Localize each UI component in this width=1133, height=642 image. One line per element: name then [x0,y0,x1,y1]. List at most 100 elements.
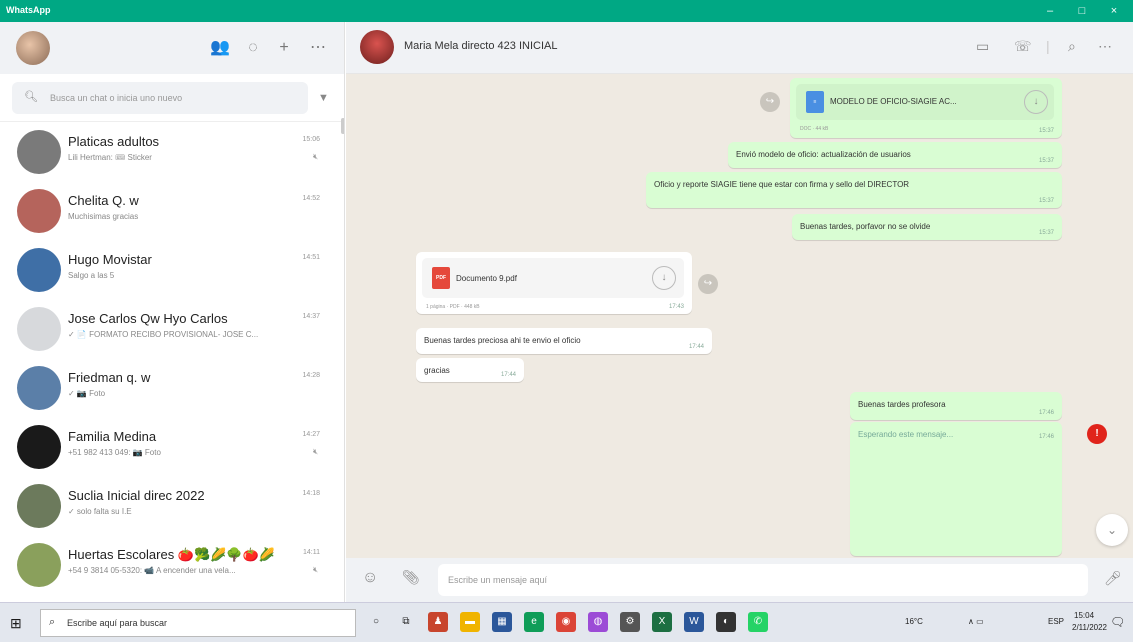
chat-time: 14:52 [302,195,320,202]
microphone-icon[interactable]: 🎤︎ [1104,570,1122,587]
message-text: Buenas tardes, porfavor no se olvide [800,222,931,231]
notification-icon[interactable]: 🗨︎ [1110,615,1125,629]
app-icon[interactable]: ◐ [716,612,736,632]
forward-icon[interactable]: ↪ [698,274,718,294]
taskbar-search-input[interactable] [67,610,347,636]
incoming-message[interactable]: Buenas tardes preciosa ahi te envio el o… [416,328,712,354]
word-icon[interactable]: W [684,612,704,632]
search-box: 🔍︎ [12,82,308,114]
chat-list-item[interactable]: Suclia Inicial direc 2022 ✓ solo falta s… [0,476,340,535]
muted-icon: 🔇︎ [312,565,318,574]
scroll-down-icon[interactable]: ⌄ [1096,514,1128,546]
download-icon[interactable]: ↓ [1024,90,1048,114]
message-input[interactable] [438,564,1088,596]
weather-text[interactable]: 16°C [905,617,923,626]
chat-list-item[interactable]: Hugo Movistar Salgo a las 5 14:51 [0,240,340,299]
cortana-icon[interactable]: ○ [366,612,386,632]
document-card[interactable]: PDF Documento 9.pdf ↓ [422,258,684,298]
outgoing-document-message[interactable]: ≡ MODELO DE OFICIO-SIAGIE AC... ↓ DOC · … [790,78,1062,138]
excel-icon[interactable]: X [652,612,672,632]
header-divider: | [1046,38,1050,54]
close-button[interactable]: × [1101,0,1127,22]
message-time: 15:37 [1038,198,1054,204]
clock-date[interactable]: 2/11/2022 [1072,623,1107,632]
chrome-icon[interactable]: ◉ [556,612,576,632]
attach-icon[interactable]: 📎︎ [402,569,420,586]
search-input[interactable] [50,82,300,114]
document-card[interactable]: ≡ MODELO DE OFICIO-SIAGIE AC... ↓ [796,84,1054,120]
chat-name: Friedman q. w [68,370,151,385]
taskbar-search: ⌕ [40,609,356,637]
app-icon[interactable]: ◍ [588,612,608,632]
search-messages-icon[interactable]: ⌕ [1068,38,1076,55]
chat-list-item[interactable]: Huertas Escolares 🍅🥦🌽🌳🍅🌽 +54 9 3814 05-5… [0,535,340,594]
video-call-icon[interactable]: ▭ [976,38,989,55]
chat-time: 15:06 [302,136,320,143]
chat-time: 14:18 [302,490,320,497]
document-name: Documento 9.pdf [456,274,517,283]
windows-start-icon[interactable]: ⊞ [10,615,22,632]
file-explorer-icon[interactable]: ▬ [460,612,480,632]
outgoing-message-pending[interactable]: Esperando este mensaje... 17:46 [850,422,1062,556]
app-title: WhatsApp [6,5,51,15]
search-area: 🔍︎ ▼ [0,74,344,122]
forward-icon[interactable]: ↪ [760,92,780,112]
chat-list-item[interactable]: Familia Medina +51 982 413 049: 📷 Foto 1… [0,417,340,476]
chat-list-item[interactable]: Jose Carlos Qw Hyo Carlos ✓ 📄 FORMATO RE… [0,299,340,358]
chat-avatar [17,189,61,233]
document-meta: DOC · 44 kB [800,126,829,132]
outgoing-message[interactable]: Envió modelo de oficio: actualización de… [728,142,1062,168]
message-text: Buenas tardes profesora [858,400,946,409]
chat-avatar [17,366,61,410]
pdf-file-icon: PDF [432,267,450,289]
document-meta: 1 página · PDF · 448 kB [426,304,480,310]
communities-icon[interactable]: 👥 [210,38,230,58]
store-icon[interactable]: ▦ [492,612,512,632]
chat-list-item[interactable]: Platicas adultos Lili Hertman: 🎟 Sticker… [0,122,340,181]
message-text: Buenas tardes preciosa ahi te envio el o… [424,336,581,345]
title-bar: WhatsApp – □ × [0,0,1133,22]
outgoing-message[interactable]: Buenas tardes, porfavor no se olvide 15:… [792,214,1062,240]
contact-avatar[interactable] [360,30,394,64]
download-icon[interactable]: ↓ [652,266,676,290]
message-text: gracias [424,366,450,375]
chat-preview: Muchisimas gracias [68,212,139,221]
outgoing-message[interactable]: Buenas tardes profesora 17:46 [850,392,1062,420]
new-chat-icon[interactable]: + [274,38,294,58]
incoming-document-message[interactable]: PDF Documento 9.pdf ↓ 1 página · PDF · 4… [416,252,692,314]
chat-name: Suclia Inicial direc 2022 [68,488,205,503]
chat-list-item[interactable]: Chelita Q. w Muchisimas gracias 14:52 [0,181,340,240]
message-text: Oficio y reporte SIAGIE tiene que estar … [654,180,910,189]
chat-avatar [17,484,61,528]
status-icon[interactable]: ◌ [243,38,263,58]
whatsapp-icon[interactable]: ✆ [748,612,768,632]
chat-time: 14:37 [302,313,320,320]
contact-name[interactable]: Maria Mela directo 423 INICIAL [404,40,557,52]
profile-avatar[interactable] [16,31,50,65]
sidebar: 👥 ◌ + ⋯ 🔍︎ ▼ Platicas adultos Lili Hertm… [0,22,345,602]
clock-time[interactable]: 15:04 [1074,611,1094,620]
voice-call-icon[interactable]: ☏ [1014,38,1032,55]
chat-menu-icon[interactable]: ⋯ [1098,38,1112,55]
tray-icons[interactable]: ∧ ▭ [968,617,984,626]
chat-name: Familia Medina [68,429,157,444]
taskbar: ⊞ ⌕ ○ ⧉ ♟ ▬ ▦ e ◉ ◍ ⚙ X W ◐ ✆ 16°C ∧ ▭ E… [0,602,1133,642]
outgoing-message[interactable]: Oficio y reporte SIAGIE tiene que estar … [646,172,1062,208]
edge-icon[interactable]: e [524,612,544,632]
incoming-message[interactable]: gracias 17:44 [416,358,524,382]
minimize-button[interactable]: – [1037,0,1063,22]
task-view-icon[interactable]: ⧉ [396,612,416,632]
error-badge[interactable]: ! [1087,424,1107,444]
chat-header[interactable]: Maria Mela directo 423 INICIAL ▭ ☏ | ⌕ ⋯ [346,22,1133,74]
chat-preview: ✓ solo falta su I.E [68,507,132,516]
language-indicator[interactable]: ESP [1048,617,1064,626]
emoji-icon[interactable]: ☺ [362,569,378,587]
maximize-button[interactable]: □ [1069,0,1095,22]
chat-list-item[interactable]: Friedman q. w ✓ 📷 Foto 14:28 [0,358,340,417]
app-icon[interactable]: ♟ [428,612,448,632]
settings-icon[interactable]: ⚙ [620,612,640,632]
filter-icon[interactable]: ▼ [318,92,329,104]
message-time: 17:44 [500,372,516,378]
sidebar-scrollbar[interactable] [341,118,344,134]
menu-icon[interactable]: ⋯ [308,38,328,58]
